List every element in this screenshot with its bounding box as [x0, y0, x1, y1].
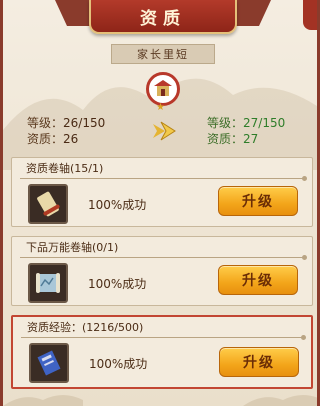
success-rate: 100%成功: [88, 277, 147, 291]
upgrade-card: 资质经验：(1216/500) 100%成功 升级: [11, 315, 313, 389]
map-scroll-icon[interactable]: [28, 263, 68, 303]
divider: [21, 335, 306, 340]
card-title: 资质经验：(1216/500): [27, 321, 144, 334]
next-aptitude: 资质：27: [207, 132, 259, 146]
scroll-icon[interactable]: [28, 184, 68, 224]
character-name: 家长里短: [111, 44, 215, 64]
next-level: 等级：27/150: [207, 116, 286, 130]
character-emblem: [146, 72, 180, 106]
upgrade-card: 下品万能卷轴(0/1) 100%成功 升级: [11, 236, 313, 306]
cloud-decoration: [3, 395, 317, 406]
aptitude-panel: 资质 家长里短 ★ 等级：26/150 资质：26 等级：27/150 资质：2…: [0, 0, 320, 406]
upgrade-button[interactable]: 升级: [218, 265, 298, 295]
divider: [20, 176, 307, 181]
arrow-right-icon: [153, 121, 176, 141]
current-aptitude: 资质：26: [27, 132, 79, 146]
page-title: 资质: [89, 0, 237, 34]
card-title: 下品万能卷轴(0/1): [26, 241, 119, 254]
success-rate: 100%成功: [89, 357, 148, 371]
current-level: 等级：26/150: [27, 116, 106, 130]
upgrade-button[interactable]: 升级: [218, 186, 298, 216]
title-wing-right: [231, 0, 271, 26]
pavilion-icon: [154, 80, 172, 96]
book-icon[interactable]: [29, 343, 69, 383]
divider: [20, 255, 307, 260]
success-rate: 100%成功: [88, 198, 147, 212]
star-icon: ★: [156, 102, 165, 113]
close-button[interactable]: [303, 0, 317, 30]
upgrade-card: 资质卷轴(15/1) 100%成功 升级: [11, 157, 313, 227]
upgrade-button[interactable]: 升级: [219, 347, 299, 377]
card-title: 资质卷轴(15/1): [26, 162, 104, 175]
